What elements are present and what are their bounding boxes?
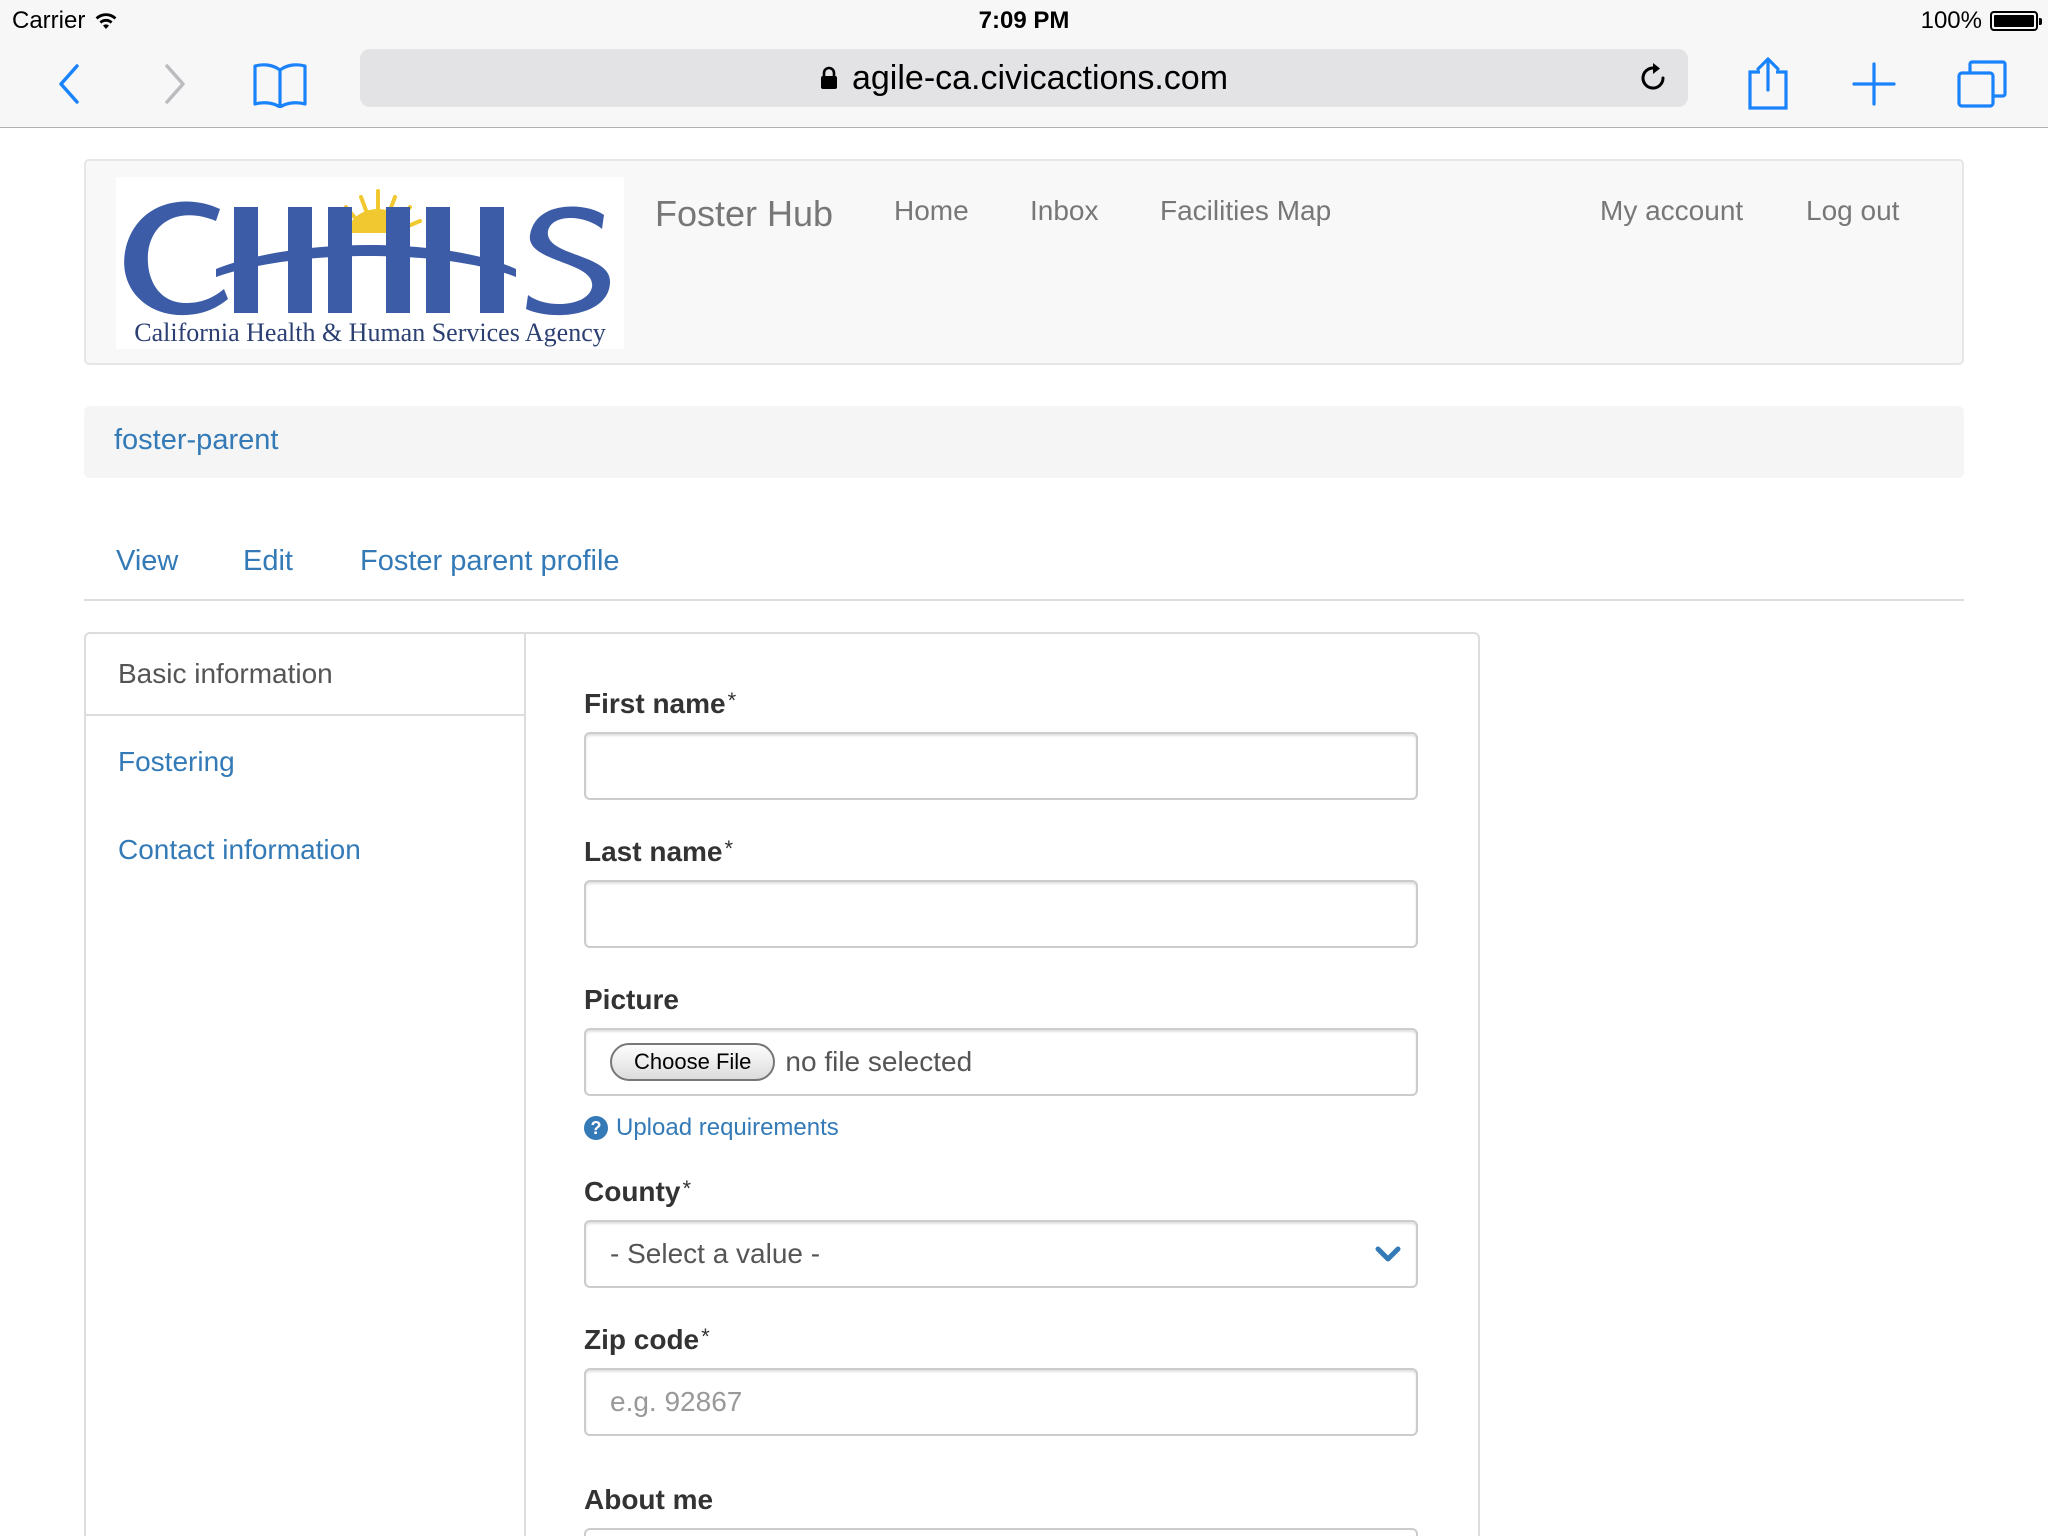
tab-view[interactable]: View (116, 545, 178, 578)
last-name-input[interactable] (584, 880, 1418, 948)
chevron-down-icon (1375, 1246, 1401, 1262)
battery-icon (1990, 11, 2042, 31)
reload-icon[interactable] (1636, 61, 1670, 95)
battery-percent: 100% (1920, 7, 1982, 34)
web-page: California Health & Human Services Agenc… (0, 129, 2048, 1536)
status-bar: Carrier 7:09 PM 100% (0, 0, 2048, 40)
address-bar[interactable]: agile-ca.civicactions.com (360, 49, 1688, 107)
first-name-label: First name* (584, 688, 737, 719)
first-name-input[interactable] (584, 732, 1418, 800)
profile-form-panel: Basic information Fostering Contact info… (84, 632, 1480, 1536)
chhs-logo[interactable]: California Health & Human Services Agenc… (116, 177, 624, 349)
share-icon[interactable] (1738, 54, 1798, 114)
battery-indicator: 100% (1920, 7, 2042, 35)
county-selected-value: - Select a value - (610, 1238, 821, 1269)
last-name-label: Last name* (584, 836, 734, 867)
nav-facilities-map[interactable]: Facilities Map (1160, 195, 1331, 227)
vertical-tabs: Basic information Fostering Contact info… (84, 632, 526, 1536)
file-status: no file selected (785, 1046, 973, 1077)
new-tab-icon[interactable] (1844, 54, 1904, 114)
about-me-label: About me (584, 1484, 714, 1515)
site-name[interactable]: Foster Hub (655, 193, 833, 235)
browser-toolbar: agile-ca.civicactions.com (0, 40, 2048, 128)
tab-foster-parent-profile[interactable]: Foster parent profile (360, 545, 620, 578)
breadcrumb-link[interactable]: foster-parent (114, 424, 278, 457)
clock: 7:09 PM (978, 7, 1070, 34)
about-me-textarea[interactable] (584, 1528, 1418, 1536)
url-text: agile-ca.civicactions.com (851, 58, 1229, 97)
tab-edit[interactable]: Edit (243, 545, 293, 578)
nav-my-account[interactable]: My account (1600, 195, 1743, 227)
choose-file-button[interactable]: Choose File (610, 1043, 776, 1081)
tabs-icon[interactable] (1952, 54, 2012, 114)
back-icon[interactable] (40, 54, 100, 114)
vtab-basic-information-label: Basic information (118, 658, 333, 689)
nav-home[interactable]: Home (894, 195, 969, 227)
county-label: County* (584, 1176, 691, 1207)
zip-code-label: Zip code* (584, 1324, 710, 1355)
picture-file-input[interactable]: Choose File no file selected (584, 1028, 1418, 1096)
zip-code-input[interactable] (584, 1368, 1418, 1436)
vtab-contact-information[interactable]: Contact information (118, 834, 361, 866)
bookmarks-icon[interactable] (250, 54, 310, 114)
vtab-basic-information[interactable]: Basic information (84, 632, 524, 716)
breadcrumb: foster-parent (84, 406, 1964, 478)
lock-icon (820, 66, 837, 89)
upload-requirements-link[interactable]: ? Upload requirements (584, 1114, 839, 1142)
nav-inbox[interactable]: Inbox (1030, 195, 1099, 227)
logo-subtitle: California Health & Human Services Agenc… (134, 318, 605, 347)
site-header: California Health & Human Services Agenc… (84, 159, 1964, 365)
page-tabs: View Edit Foster parent profile (84, 509, 1964, 601)
picture-label: Picture (584, 984, 679, 1015)
vtab-fostering[interactable]: Fostering (118, 746, 235, 778)
help-icon: ? (584, 1116, 608, 1140)
nav-log-out[interactable]: Log out (1806, 195, 1899, 227)
county-select[interactable]: - Select a value - (584, 1220, 1418, 1288)
forward-icon[interactable] (144, 54, 204, 114)
